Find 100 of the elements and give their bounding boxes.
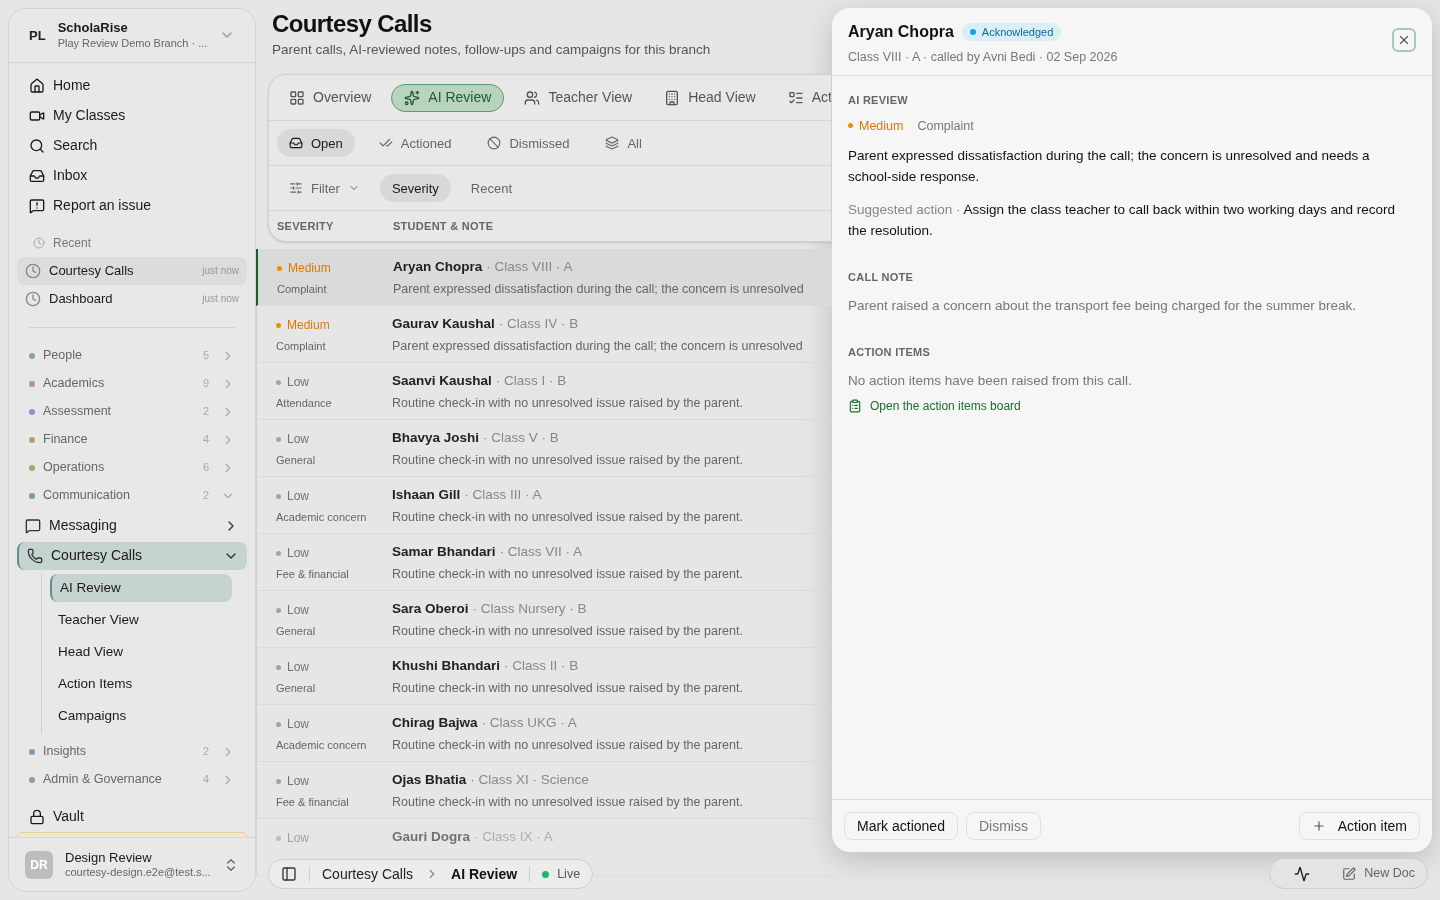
clock-icon bbox=[25, 262, 41, 279]
nav-group[interactable]: Academics 9 bbox=[17, 369, 247, 398]
severity-label: Medium bbox=[287, 317, 330, 335]
category-label: Academic concern bbox=[276, 510, 368, 526]
nav-group[interactable]: Insights 2 bbox=[17, 737, 247, 766]
nav-group[interactable]: Assessment 2 bbox=[17, 397, 247, 426]
table-row[interactable]: Low Fee & financial Samar Bhandari · Class VII · A Routine check-in with no unresolved issue raised by the parent. bbox=[256, 534, 832, 592]
subnav-item[interactable]: Teacher View bbox=[50, 605, 232, 634]
student-class: · Class UKG · A bbox=[481, 714, 577, 733]
nav-group[interactable]: Operations 6 bbox=[17, 453, 247, 482]
workspace-initials: PL bbox=[29, 26, 46, 45]
nav-item[interactable]: Search bbox=[17, 130, 247, 161]
status-icon bbox=[487, 136, 502, 151]
subnav-item[interactable]: Action Items bbox=[50, 669, 232, 698]
subnav-item[interactable]: Head View bbox=[50, 637, 232, 666]
workspace-branch: Play Review Demo Branch · ... bbox=[57, 36, 207, 51]
nav-item[interactable]: Courtesy Calls bbox=[17, 541, 247, 570]
nav-item[interactable]: Home bbox=[17, 70, 247, 101]
call-note: Routine check-in with no unresolved issue raised by the parent. bbox=[392, 679, 743, 697]
nav-item[interactable]: Report an issue bbox=[17, 190, 247, 221]
nav-item[interactable]: My Classes bbox=[17, 100, 247, 131]
student-name: Sara Oberoi bbox=[392, 600, 469, 619]
group-count: 2 bbox=[202, 488, 209, 504]
status-tab[interactable]: Actioned bbox=[366, 129, 464, 158]
student-class: · Class IX · A bbox=[474, 828, 553, 847]
nav-group[interactable]: Communication 2 bbox=[17, 481, 247, 510]
group-count: 9 bbox=[202, 376, 209, 392]
activity-icon[interactable] bbox=[1294, 865, 1311, 882]
student-class: · Class XI · Science bbox=[470, 771, 589, 790]
category-label: Complaint bbox=[917, 117, 974, 135]
tab[interactable]: Act bbox=[775, 83, 831, 112]
tab-icon bbox=[664, 89, 681, 106]
call-meta: Class VIII · A · called by Avni Bedi · 02 Sep 2026 bbox=[848, 49, 1119, 66]
plus-icon bbox=[1311, 819, 1326, 833]
status-tab[interactable]: Open bbox=[277, 129, 355, 158]
nav-group[interactable]: Admin & Governance 4 bbox=[17, 765, 247, 794]
nav-group[interactable]: Finance 4 bbox=[17, 425, 247, 454]
call-note: Routine check-in with no unresolved issue raised by the parent. bbox=[392, 622, 743, 640]
panel-left-icon[interactable] bbox=[281, 866, 297, 882]
table-row[interactable]: Low General Bhavya Joshi · Class V · B Routine check-in with no unresolved issue raised by the parent. bbox=[256, 420, 832, 478]
status-tab[interactable]: All bbox=[593, 129, 654, 158]
table-row[interactable]: Low General Sara Oberoi · Class Nursery · B Routine check-in with no unresolved issue raised by the parent. bbox=[256, 591, 832, 649]
student-name: Aryan Chopra bbox=[848, 22, 954, 42]
section-title: ACTION ITEMS bbox=[848, 345, 932, 360]
student-name: Saanvi Kaushal bbox=[392, 372, 492, 391]
recent-item[interactable]: Dashboard just now bbox=[17, 284, 247, 313]
section-title: CALL NOTE bbox=[848, 270, 915, 286]
sort-option[interactable]: Severity bbox=[379, 174, 451, 203]
action-button[interactable]: Mark actioned bbox=[844, 812, 958, 840]
student-name: Gauri Dogra bbox=[392, 828, 470, 847]
tab[interactable]: Head View bbox=[652, 83, 768, 112]
nav-item[interactable]: Messaging bbox=[17, 511, 247, 540]
filter-button[interactable]: Filter bbox=[277, 174, 372, 203]
table-row[interactable]: Low Academic concern Chirag Bajwa · Class UKG · A Routine check-in with no unresolved issue raised by the parent. bbox=[256, 705, 832, 763]
table-row[interactable]: Low Fee & financial Ojas Bhatia · Class XI · Science Routine check-in with no unresolved issue raised by the parent. bbox=[256, 762, 832, 820]
nav-group[interactable]: People 5 bbox=[17, 341, 247, 370]
table-row[interactable]: Low General Khushi Bhandari · Class II · B Routine check-in with no unresolved issue raised by the parent. bbox=[256, 648, 832, 706]
student-name: Samar Bhandari bbox=[392, 543, 496, 562]
tab[interactable]: Teacher View bbox=[512, 83, 645, 112]
category-label: General bbox=[276, 624, 317, 640]
action-items-link[interactable]: Open the action items board bbox=[848, 396, 1416, 415]
page-subtitle: Parent calls, AI-reviewed notes, follow-ups and campaigns for this branch bbox=[272, 41, 712, 59]
call-note: Routine check-in with no unresolved issue raised by the parent. bbox=[392, 793, 743, 811]
phone-icon bbox=[27, 547, 43, 564]
tab-icon bbox=[289, 89, 305, 106]
subnav-item[interactable]: Campaigns bbox=[50, 701, 232, 730]
recent-time: just now bbox=[202, 264, 239, 279]
close-icon bbox=[1397, 33, 1411, 47]
student-name: Khushi Bhandari bbox=[392, 657, 500, 676]
call-note-text: Parent raised a concern about the transport fee being charged for the summer break. bbox=[848, 296, 1358, 315]
student-name: Gaurav Kaushal bbox=[392, 315, 495, 334]
tab-icon bbox=[787, 89, 804, 106]
clock-icon bbox=[33, 236, 45, 249]
student-class: · Class IV · B bbox=[498, 315, 579, 334]
subnav-item[interactable]: AI Review bbox=[50, 573, 232, 602]
category-label: Complaint bbox=[277, 282, 328, 298]
section-title: AI REVIEW bbox=[848, 93, 909, 108]
table-row[interactable]: Medium Complaint Gaurav Kaushal · Class IV · B Parent expressed dissatisfaction during the call; the concern is unresolved bbox=[256, 306, 832, 364]
status-tab[interactable]: Dismissed bbox=[475, 129, 582, 158]
sliders-icon bbox=[289, 181, 303, 196]
sort-option[interactable]: Recent bbox=[458, 174, 525, 203]
nav-item[interactable]: Vault bbox=[17, 801, 247, 832]
tab[interactable]: Overview bbox=[277, 83, 384, 112]
recent-time: just now bbox=[202, 292, 239, 307]
severity-label: Low bbox=[287, 659, 309, 677]
table-row[interactable]: Low Attendance Saanvi Kaushal · Class I · B Routine check-in with no unresolved issue raised by the parent. bbox=[256, 363, 832, 421]
nav-icon bbox=[29, 167, 45, 184]
tab[interactable]: AI Review bbox=[391, 83, 505, 112]
table-row[interactable]: Low Academic concern Ishaan Gill · Class III · A Routine check-in with no unresolved issue raised by the parent. bbox=[256, 477, 832, 535]
table-row[interactable]: Medium Complaint Aryan Chopra · Class VIII · A Parent expressed dissatisfaction during the call; the concern is unresolved bbox=[256, 249, 832, 307]
recent-label: Dashboard bbox=[49, 289, 114, 308]
add-action-item-button[interactable]: Action item bbox=[1298, 812, 1420, 840]
nav-item[interactable]: Inbox bbox=[17, 160, 247, 191]
group-count: 5 bbox=[202, 348, 209, 364]
action-button[interactable]: Dismiss bbox=[965, 812, 1041, 840]
new-doc-button[interactable]: New Doc bbox=[1342, 864, 1415, 883]
status-icon bbox=[289, 136, 303, 151]
close-button[interactable] bbox=[1392, 28, 1416, 52]
recent-item[interactable]: Courtesy Calls just now bbox=[17, 256, 247, 285]
chat-bubble-icon bbox=[25, 517, 41, 534]
